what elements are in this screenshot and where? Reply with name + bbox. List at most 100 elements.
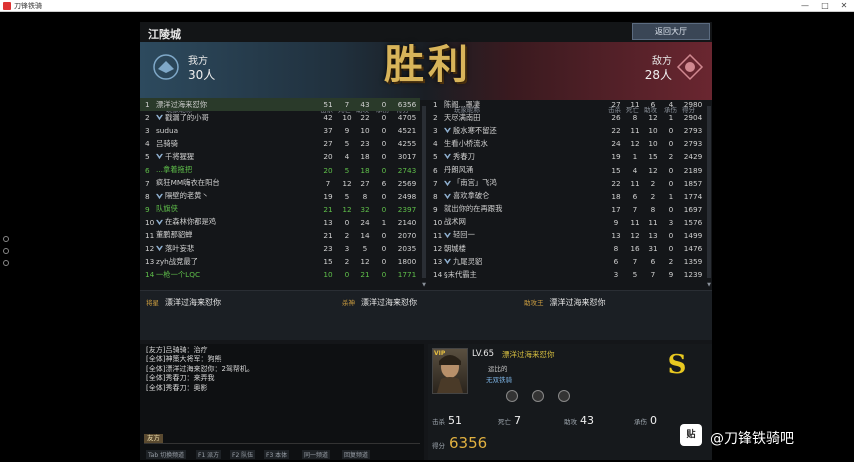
close-button[interactable]: ✕	[834, 0, 854, 12]
our-team-label: 我方	[188, 56, 208, 67]
hotkey-same-channel[interactable]: 同一频道	[302, 450, 331, 459]
mic-icon[interactable]	[3, 236, 9, 242]
scoreboard-row[interactable]: 5 千将猩猩 20 4 18 0 3017	[140, 150, 420, 163]
player-kills: 24	[606, 137, 626, 150]
scoreboard-row[interactable]: 10 在森林你都是鸡 13 0 24 1 2140	[140, 216, 420, 229]
scoreboard-row[interactable]: 11 轻回一 13 12 13 0 1499	[428, 229, 706, 242]
chat-message: [全体]秀春刀：奥影	[146, 383, 208, 392]
scoreboard-row[interactable]: 12 朝城楼 8 16 31 0 1476	[428, 242, 706, 255]
hotkey-tab[interactable]: Tab 切换频道	[146, 450, 187, 459]
scoreboard-row[interactable]: 3 殷水寒不留还 22 11 10 0 2793	[428, 124, 706, 137]
player-deaths-text: 6	[632, 191, 638, 201]
player-assists-text: 27	[360, 178, 370, 188]
maximize-button[interactable]: □	[815, 0, 835, 12]
player-deaths: 11	[626, 177, 644, 190]
player-deaths: 7	[338, 98, 356, 112]
player-rank: 2	[140, 111, 156, 124]
player-name-text: 战术网	[444, 217, 466, 227]
hotkey-f1[interactable]: F1 派方	[196, 450, 222, 459]
scoreboard-row[interactable]: 8 隔壁的老黄丶 19 5 8 0 2498	[140, 190, 420, 203]
player-damage-text: 2	[668, 257, 674, 267]
player-rank-text: 11	[145, 230, 155, 240]
player-name: 丹朗风涌	[444, 163, 606, 176]
scoreboard-row[interactable]: 1 陈阁...罩凄 27 11 6 4 2980	[428, 98, 706, 111]
player-score-text: 2793	[683, 126, 703, 136]
scoreboard-row[interactable]: 13 九尾灵貂 6 7 6 2 1359	[428, 255, 706, 268]
player-rank: 3	[428, 124, 444, 137]
player-kills: 10	[318, 268, 338, 281]
award-label: 助攻王	[524, 299, 544, 307]
victory-title: 胜利	[384, 41, 472, 88]
player-assists-text: 18	[360, 152, 370, 162]
scoreboard-row[interactable]: 4 生看小桥流水 24 12 10 0 2793	[428, 137, 706, 150]
scoreboard-row[interactable]: 7 疯狂MM嗨衣在阳台 7 12 27 6 2569	[140, 177, 420, 190]
left-scrollbar[interactable]: ▼	[421, 102, 427, 288]
chat-input[interactable]	[144, 443, 420, 444]
scoreboard-row[interactable]: 7 「南宫」飞鸿 22 11 2 0 1857	[428, 177, 706, 190]
scoreboard-row[interactable]: 9 就出你的在再跟我 17 7 8 0 1697	[428, 203, 706, 216]
scoreboard-row[interactable]: 5 秀春刀 19 1 15 2 2429	[428, 150, 706, 163]
scoreboard-row[interactable]: 8 喜欢拿破仑 18 6 2 1 1774	[428, 190, 706, 203]
settings-icon[interactable]	[3, 248, 9, 254]
scoreboard-row[interactable]: 11 董鹏那貂蝉 21 2 14 0 2070	[140, 229, 420, 242]
chat-channel-tab[interactable]: 友方	[144, 434, 163, 443]
player-damage: 0	[374, 150, 394, 163]
player-assists: 18	[356, 163, 374, 176]
scoreboard-row[interactable]: 1 漂洋过海来怼你 51 7 43 0 6356	[140, 98, 420, 112]
player-assists: 11	[644, 216, 662, 229]
player-deaths-text: 5	[344, 165, 350, 175]
scoreboard-row[interactable]: 10 战术网 9 11 11 3 1576	[428, 216, 706, 229]
player-kills-text: 23	[323, 244, 333, 254]
hotkey-reply-channel[interactable]: 回复频道	[342, 450, 371, 459]
player-rank: 6	[428, 163, 444, 176]
city-name: 江陵城	[148, 28, 181, 41]
game-results-screen: 江陵城 返回大厅 我方 30人 敌方 28人 胜利 玩家昵称 击杀 死亡 助攻 …	[140, 22, 712, 460]
player-damage-text: 2	[668, 152, 674, 162]
player-kills-text: 21	[323, 204, 333, 214]
player-deaths: 4	[338, 150, 356, 163]
player-deaths: 5	[626, 268, 644, 281]
return-lobby-button[interactable]: 返回大厅	[632, 23, 710, 40]
player-name-text: 隔壁的老黄丶	[165, 191, 209, 201]
player-kills-text: 19	[611, 152, 621, 162]
minimize-button[interactable]: —	[795, 0, 815, 12]
player-score-text: 2189	[683, 165, 703, 175]
player-summary: VIP LV.65 漂洋过海来怼你 运比的 无双铁骑 S 击杀 51 死亡 7 助攻…	[428, 344, 712, 460]
player-kills: 15	[318, 255, 338, 268]
player-assists: 24	[356, 216, 374, 229]
scoreboard-row[interactable]: 14 §末代霸主 3 5 7 9 1239	[428, 268, 706, 281]
player-damage: 0	[374, 163, 394, 176]
camera-icon[interactable]	[3, 260, 9, 266]
result-banner: 我方 30人 敌方 28人 胜利	[140, 41, 712, 100]
scoreboard-row[interactable]: 6 ...拿着拖把 20 5 18 0 2743	[140, 163, 420, 176]
scoreboard-row[interactable]: 3 sudua 37 9 10 0 4521	[140, 124, 420, 137]
player-kills: 18	[606, 190, 626, 203]
scoreboard-row[interactable]: 13 zyh战竞最了 15 2 12 0 1800	[140, 255, 420, 268]
player-score-text: 1239	[683, 270, 703, 280]
player-assists: 2	[644, 177, 662, 190]
player-rank-text: 14	[433, 270, 443, 280]
player-kills-text: 15	[323, 257, 333, 267]
player-deaths: 10	[338, 111, 356, 124]
scoreboard-row[interactable]: 2 天尽满南田 26 8 12 1 2904	[428, 111, 706, 124]
hotkey-f2[interactable]: F2 队伍	[230, 450, 256, 459]
player-damage-text: 0	[381, 204, 387, 214]
player-score-text: 2070	[397, 230, 417, 240]
scoreboard-row[interactable]: 6 丹朗风涌 15 4 12 0 2189	[428, 163, 706, 176]
player-rank: 10	[428, 216, 444, 229]
player-damage-text: 0	[668, 178, 674, 188]
player-name-text: 千将猩猩	[165, 151, 195, 161]
our-team-count: 30人	[188, 68, 216, 82]
scoreboard-row[interactable]: 12 落叶妄悲 23 3 5 0 2035	[140, 242, 420, 255]
app-icon	[3, 2, 11, 10]
player-kills-text: 19	[323, 191, 333, 201]
player-score-text: 1359	[683, 257, 703, 267]
scoreboard-row[interactable]: 9 队旗侠 21 12 32 0 2397	[140, 203, 420, 216]
scoreboard-row[interactable]: 2 戳漏了的小哥 42 10 22 0 4705	[140, 111, 420, 124]
hotkey-f3[interactable]: F3 本体	[264, 450, 290, 459]
player-assists: 23	[356, 137, 374, 150]
right-scrollbar[interactable]: ▼	[706, 102, 712, 288]
scoreboard-row[interactable]: 14 一枪一个LQC 10 0 21 0 1771	[140, 268, 420, 281]
player-score-text: 2035	[397, 244, 417, 254]
scoreboard-row[interactable]: 4 吕骑骑 27 5 23 0 4255	[140, 137, 420, 150]
